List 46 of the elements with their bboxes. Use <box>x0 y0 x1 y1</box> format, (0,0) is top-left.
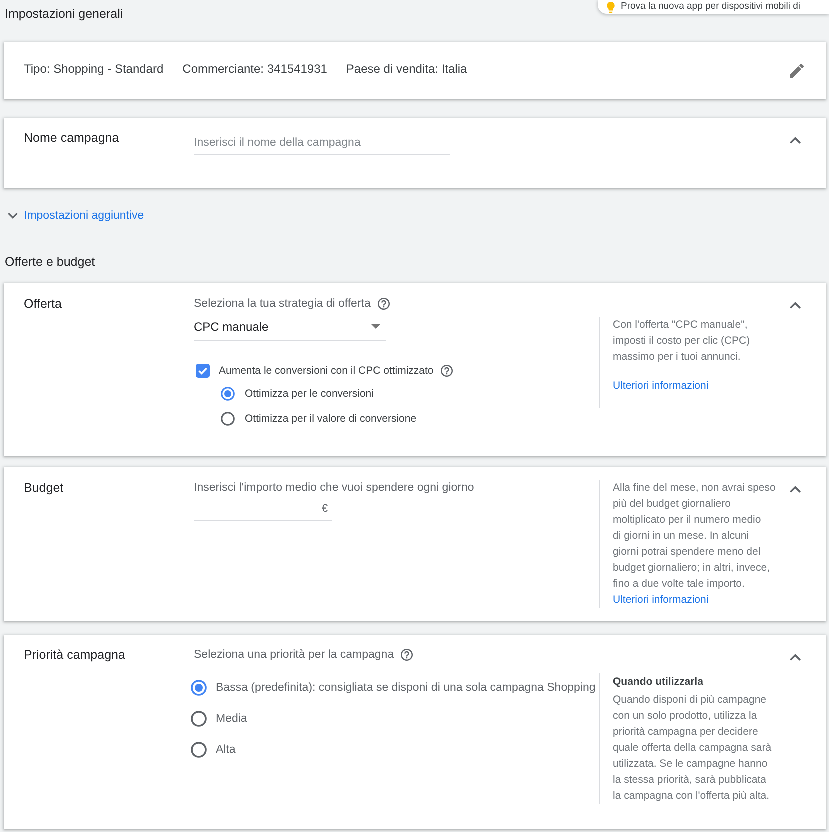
learn-more-link[interactable]: Ulteriori informazioni <box>613 378 709 394</box>
checkbox[interactable] <box>196 364 210 378</box>
info-text: Quando disponi di più campagne con un solo prodotto, utilizza la priorità campagna per decidere quale offerta della campagna sarà utilizzata. Se le campagne hanno la stessa priorità, sarà pubblicata la campagna con l'offerta più alta. <box>613 693 772 804</box>
summary-text: Tipo: Shopping - Standard <box>24 61 164 78</box>
summary-text: Paese di vendita: Italia <box>346 61 468 78</box>
section-heading: Impostazioni generali <box>4 6 124 23</box>
campaign-name-field[interactable]: Inserisci il nome della campagna <box>194 129 450 155</box>
chevron-up-icon[interactable] <box>790 137 801 144</box>
info-text: Alla fine del mese, non avrai speso più del budget giornaliero moltiplicato per il numero medio di giorni in un mese. In alcuni giorni potrai spendere meno del budget giornaliero; in altri, invece, fino a due volte tale importo. <box>613 481 776 592</box>
radio-button[interactable] <box>221 412 235 426</box>
help-icon[interactable] <box>401 649 414 661</box>
edit-icon[interactable] <box>790 64 804 78</box>
section-label: Offerta <box>24 296 62 313</box>
radio-label: Alta <box>216 744 236 756</box>
bid-strategy-dropdown[interactable]: CPC manuale <box>194 313 386 341</box>
chevron-up-icon[interactable] <box>790 654 801 661</box>
section-label: Priorità campagna <box>24 647 126 664</box>
info-text: Con l'offerta "CPC manuale", imposti il costo per clic (CPC) massimo per i tuoi annunci. <box>613 318 750 365</box>
radio-button[interactable] <box>191 742 207 758</box>
field-prompt: Seleziona la tua strategia di offerta <box>194 297 371 312</box>
section-heading: Offerte e budget <box>4 254 96 271</box>
learn-more-link[interactable]: Ulteriori informazioni <box>613 592 709 608</box>
radio-label: Ottimizza per il valore di conversione <box>245 412 417 424</box>
lightbulb-icon <box>607 2 615 12</box>
caret-icon <box>371 324 381 329</box>
help-icon[interactable] <box>440 365 453 377</box>
radio-button[interactable] <box>191 710 207 726</box>
checkbox-label: Aumenta le conversioni con il CPC ottimizzato <box>219 365 434 377</box>
chevron-up-icon[interactable] <box>790 486 801 493</box>
toast-text: Prova la nuova app per dispositivi mobili di <box>621 1 801 13</box>
chevron-up-icon[interactable] <box>790 302 801 309</box>
help-icon[interactable] <box>378 298 390 310</box>
radio-button[interactable] <box>191 680 207 696</box>
additional-settings-toggle[interactable]: Impostazioni aggiuntive <box>8 207 144 225</box>
radio-button[interactable] <box>221 386 235 400</box>
field-prompt: Inserisci l'importo medio che vuoi spendere ogni giorno <box>194 481 474 496</box>
radio-label: Media <box>216 712 248 724</box>
section-label: Nome campagna <box>24 130 120 147</box>
amount-field[interactable]: € <box>194 497 332 521</box>
summary-text: Commerciante: 341541931 <box>182 61 328 78</box>
section-label: Budget <box>24 480 64 497</box>
info-title: Quando utilizzarla <box>613 675 704 690</box>
toast-banner[interactable]: Prova la nuova app per dispositivi mobili di <box>598 0 829 14</box>
radio-label: Bassa (predefinita): consigliata se disponi di una sola campagna Shopping <box>216 682 596 694</box>
radio-label: Ottimizza per le conversioni <box>245 388 374 400</box>
field-prompt: Seleziona una priorità per la campagna <box>194 648 394 663</box>
